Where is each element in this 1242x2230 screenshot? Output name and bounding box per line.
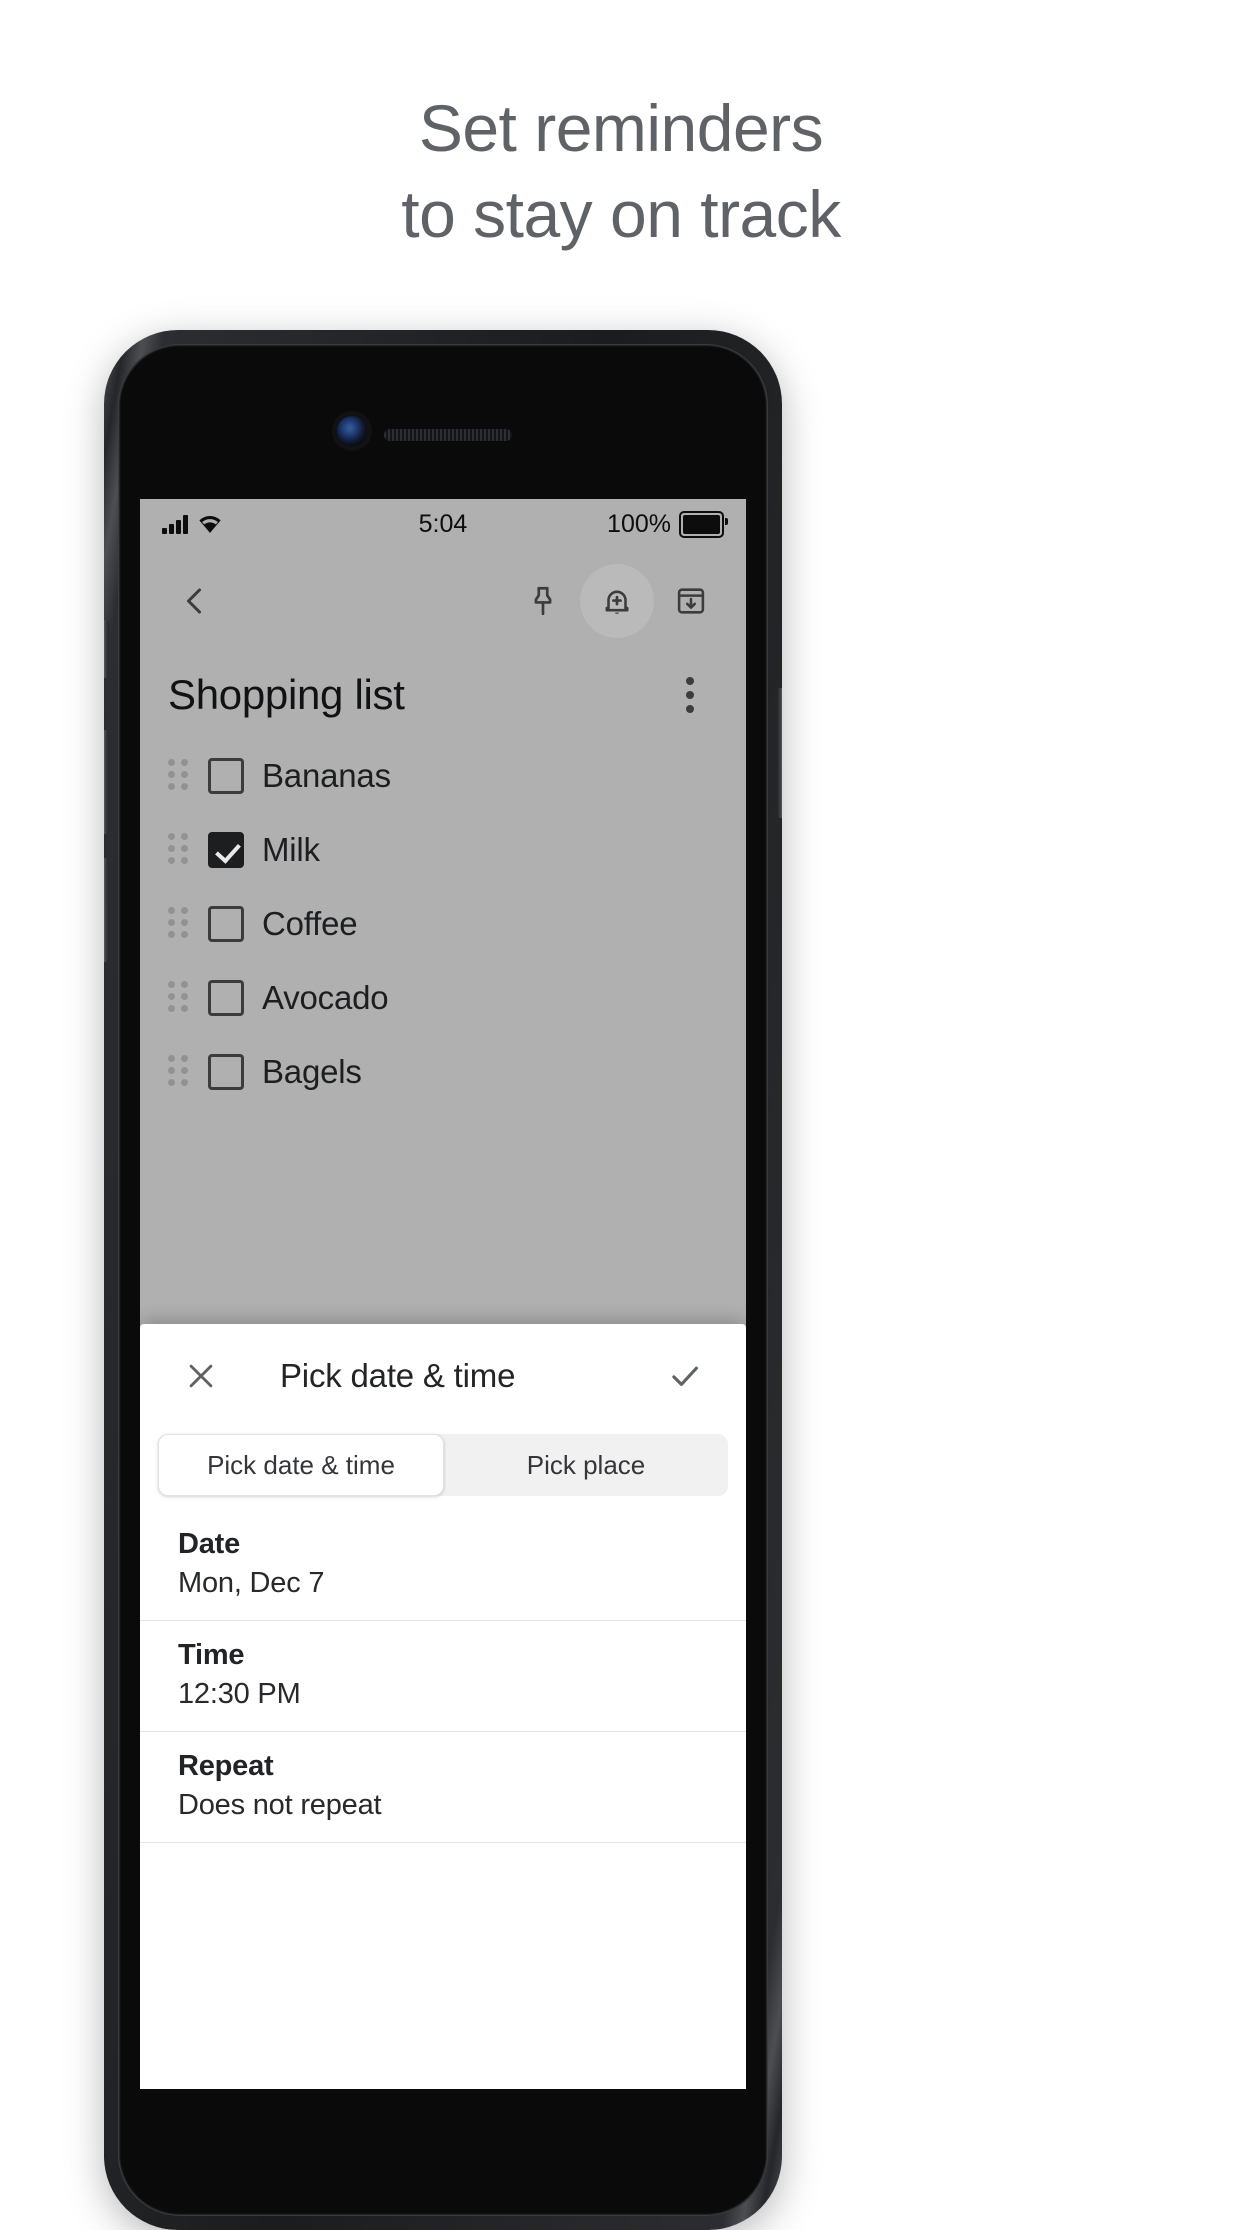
- close-button[interactable]: [164, 1339, 238, 1413]
- pin-button[interactable]: [506, 564, 580, 638]
- list-item-label: Coffee: [262, 905, 358, 942]
- list-item-label: Milk: [262, 831, 320, 868]
- archive-button[interactable]: [654, 564, 728, 638]
- date-row[interactable]: Date Mon, Dec 7: [140, 1510, 746, 1621]
- pin-icon: [526, 584, 560, 618]
- reminder-detail-list: Date Mon, Dec 7 Time 12:30 PM Repeat Doe…: [140, 1510, 746, 1843]
- note-title-row: Shopping list: [140, 653, 746, 729]
- list-item[interactable]: Milk: [140, 813, 746, 887]
- list-item-label: Bagels: [262, 1053, 362, 1090]
- time-label: Time: [178, 1639, 245, 1671]
- power-button[interactable]: [777, 688, 782, 818]
- date-value: Mon, Dec 7: [178, 1567, 325, 1599]
- volume-down-button[interactable]: [104, 858, 109, 962]
- list-item[interactable]: Coffee: [140, 887, 746, 961]
- repeat-label: Repeat: [178, 1750, 274, 1782]
- close-icon: [184, 1359, 218, 1393]
- phone-screen: 5:04 100% Shopping list Bananas Milk Cof…: [140, 499, 746, 2089]
- status-bar-right: 100%: [607, 509, 728, 539]
- reminder-button[interactable]: [580, 564, 654, 638]
- battery-percent-label: 100%: [607, 509, 671, 538]
- list-item[interactable]: Bananas: [140, 739, 746, 813]
- checkbox[interactable]: [208, 758, 244, 794]
- checkbox[interactable]: [208, 832, 244, 868]
- headline-line-2: to stay on track: [401, 177, 841, 251]
- mode-segmented-control: Pick date & time Pick place: [158, 1434, 728, 1496]
- list-item-label: Avocado: [262, 979, 389, 1016]
- list-item[interactable]: Bagels: [140, 1035, 746, 1109]
- time-value: 12:30 PM: [178, 1678, 301, 1710]
- checkbox[interactable]: [208, 1054, 244, 1090]
- repeat-row[interactable]: Repeat Does not repeat: [140, 1732, 746, 1843]
- check-icon: [667, 1358, 703, 1394]
- note-title[interactable]: Shopping list: [168, 671, 405, 719]
- phone-device-frame: 5:04 100% Shopping list Bananas Milk Cof…: [104, 330, 782, 2230]
- drag-handle-icon[interactable]: [168, 907, 190, 941]
- tab-pick-place[interactable]: Pick place: [444, 1434, 728, 1496]
- page-title: Set reminders to stay on track: [0, 85, 1242, 257]
- front-camera-icon: [337, 416, 367, 446]
- list-item[interactable]: Avocado: [140, 961, 746, 1035]
- confirm-button[interactable]: [648, 1339, 722, 1413]
- headline-line-1: Set reminders: [418, 91, 824, 165]
- back-button[interactable]: [158, 564, 232, 638]
- checklist: Bananas Milk Coffee Avocado Bagels: [140, 729, 746, 1109]
- drag-handle-icon[interactable]: [168, 759, 190, 793]
- time-row[interactable]: Time 12:30 PM: [140, 1621, 746, 1732]
- sheet-title: Pick date & time: [280, 1357, 516, 1394]
- drag-handle-icon[interactable]: [168, 1055, 190, 1089]
- earpiece-speaker: [384, 429, 512, 441]
- checkbox[interactable]: [208, 906, 244, 942]
- volume-up-button[interactable]: [104, 730, 109, 834]
- sheet-header: Pick date & time: [140, 1324, 746, 1428]
- repeat-value: Does not repeat: [178, 1789, 382, 1821]
- back-arrow-icon: [178, 584, 212, 618]
- list-item-label: Bananas: [262, 757, 391, 794]
- archive-icon: [674, 584, 708, 618]
- date-label: Date: [178, 1528, 241, 1560]
- app-bar: [140, 549, 746, 653]
- more-vert-icon[interactable]: [662, 667, 718, 723]
- phone-bezel: 5:04 100% Shopping list Bananas Milk Cof…: [118, 344, 768, 2216]
- tab-pick-date-time[interactable]: Pick date & time: [158, 1434, 444, 1496]
- reminder-bottom-sheet: Pick date & time Pick date & time Pick p…: [140, 1324, 746, 2089]
- battery-full-icon: [679, 510, 728, 538]
- status-bar: 5:04 100%: [140, 499, 746, 549]
- mute-switch[interactable]: [104, 620, 109, 678]
- checkbox[interactable]: [208, 980, 244, 1016]
- drag-handle-icon[interactable]: [168, 981, 190, 1015]
- bell-add-icon: [600, 584, 634, 618]
- drag-handle-icon[interactable]: [168, 833, 190, 867]
